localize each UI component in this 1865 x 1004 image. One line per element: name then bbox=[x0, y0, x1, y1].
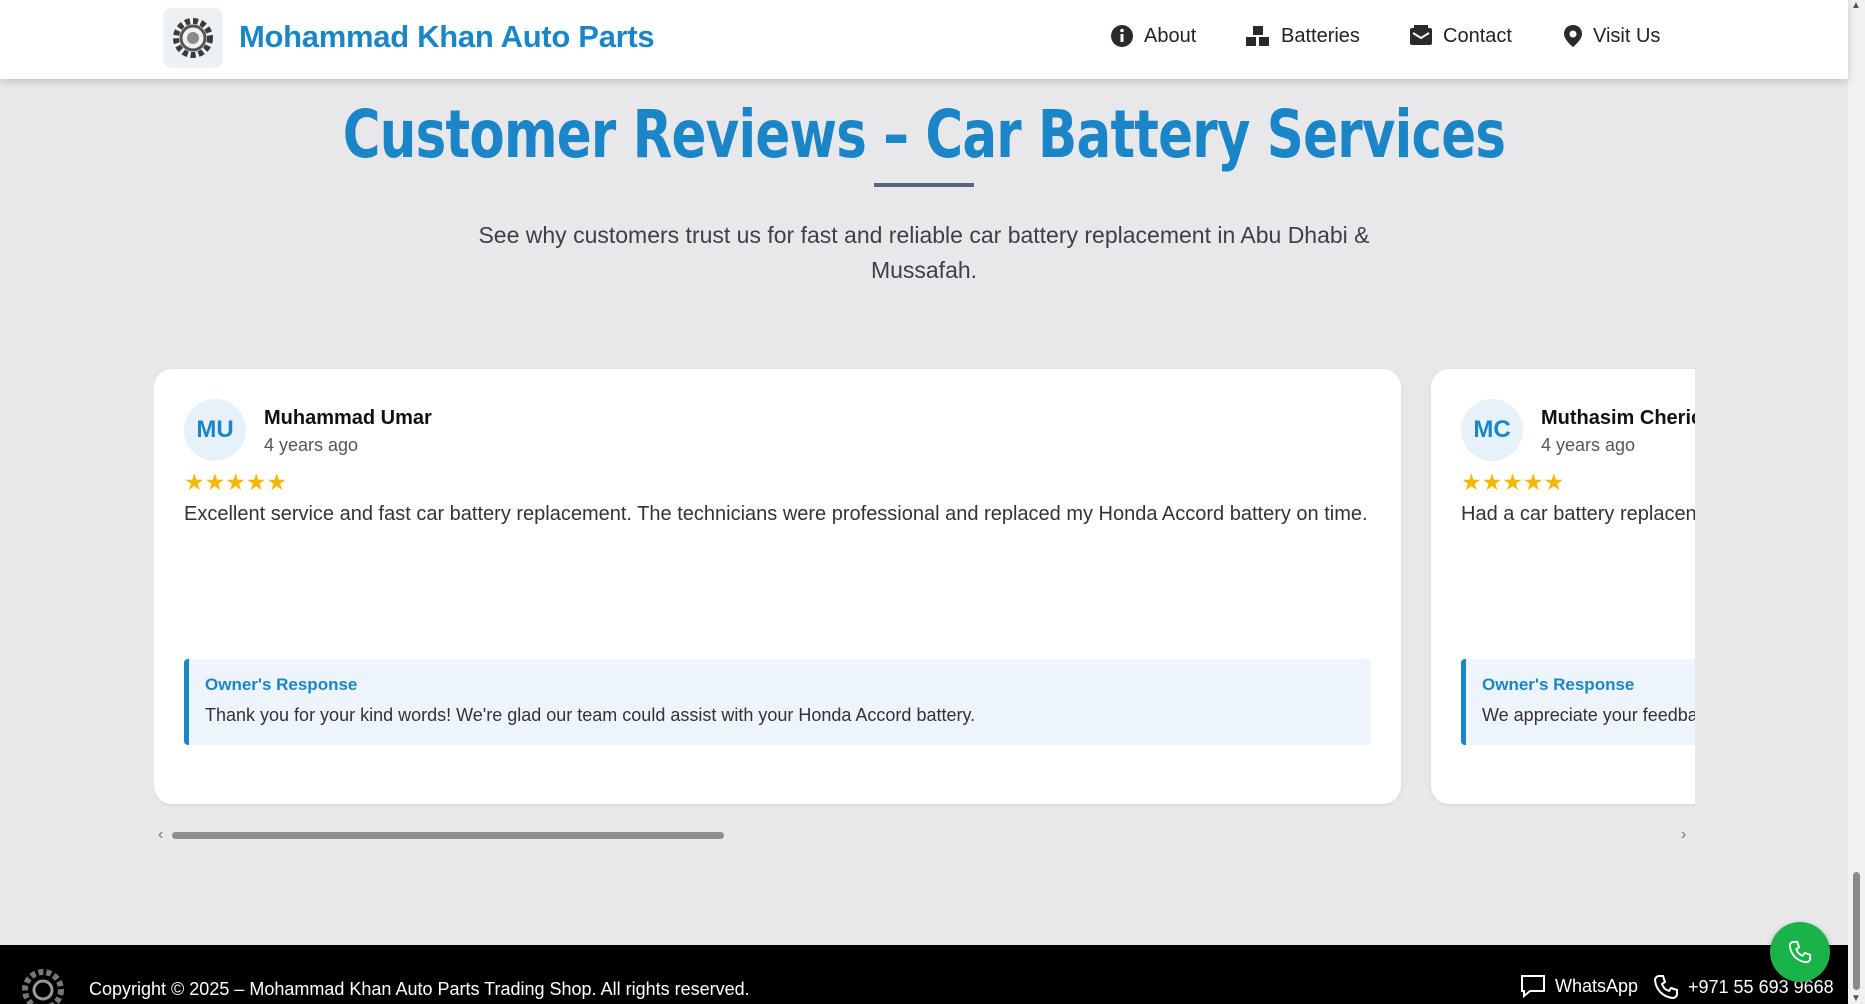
review-text: Excellent service and fast car battery r… bbox=[184, 503, 1368, 525]
footer-logo-icon bbox=[22, 969, 64, 1004]
nav-contact[interactable]: Contact bbox=[1409, 24, 1512, 48]
owner-response-text: We appreciate your feedbac bbox=[1482, 705, 1695, 725]
review-time: 4 years ago bbox=[1541, 435, 1636, 455]
review-text: Had a car battery replacen bbox=[1461, 503, 1695, 525]
gear-logo-icon bbox=[173, 18, 213, 58]
phone-icon bbox=[1653, 975, 1678, 1000]
reviewer-name: Muhammad Umar bbox=[264, 407, 432, 429]
scroll-right-arrow[interactable]: › bbox=[1681, 826, 1686, 844]
avatar: MU bbox=[184, 399, 246, 461]
review-card: MC Muthasim Cheric 4 years ago ★★★★★ Had… bbox=[1431, 369, 1695, 804]
nav-batteries-label: Batteries bbox=[1281, 24, 1360, 47]
phone-icon bbox=[1788, 940, 1812, 964]
section-subtitle: See why customers trust us for fast and … bbox=[478, 222, 1370, 283]
nav-contact-label: Contact bbox=[1443, 24, 1512, 47]
review-time: 4 years ago bbox=[264, 435, 359, 455]
title-underline bbox=[874, 183, 974, 187]
whatsapp-label: WhatsApp bbox=[1555, 975, 1639, 996]
nav-visit-us-label: Visit Us bbox=[1593, 24, 1661, 47]
site-header: Mohammad Khan Auto Parts About Batteries bbox=[0, 0, 1848, 79]
owner-response-title: Owner's Response bbox=[1482, 675, 1635, 694]
carousel-scroll-thumb[interactable] bbox=[172, 832, 724, 839]
reviews-carousel[interactable]: MU Muhammad Umar 4 years ago ★★★★★ Excel… bbox=[154, 367, 1695, 807]
map-pin-icon bbox=[1564, 25, 1582, 47]
phone-number: +971 55 693 9668 bbox=[1688, 976, 1834, 997]
section-title: Customer Reviews – Car Battery Services bbox=[342, 96, 1506, 173]
star-rating: ★★★★★ bbox=[1461, 469, 1565, 495]
nav-batteries[interactable]: Batteries bbox=[1245, 24, 1360, 48]
carousel-scrollbar[interactable]: ‹ › bbox=[154, 826, 1695, 844]
page-scroll-thumb[interactable] bbox=[1853, 872, 1860, 990]
owner-response: Owner's Response We appreciate your feed… bbox=[1461, 659, 1695, 745]
nav-visit-us[interactable]: Visit Us bbox=[1563, 24, 1660, 48]
scroll-up-arrow[interactable]: ▲ bbox=[1851, 0, 1861, 11]
reviewer-name: Muthasim Cheric bbox=[1541, 407, 1695, 429]
review-card: MU Muhammad Umar 4 years ago ★★★★★ Excel… bbox=[154, 369, 1401, 804]
logo[interactable] bbox=[163, 8, 223, 68]
envelope-icon bbox=[1410, 25, 1432, 45]
nav-about[interactable]: About bbox=[1110, 24, 1196, 48]
site-footer: Copyright © 2025 – Mohammad Khan Auto Pa… bbox=[0, 945, 1848, 1004]
info-icon bbox=[1111, 25, 1133, 47]
call-button[interactable] bbox=[1770, 922, 1830, 982]
owner-response: Owner's Response Thank you for your kind… bbox=[184, 659, 1371, 745]
star-rating: ★★★★★ bbox=[184, 469, 288, 495]
owner-response-title: Owner's Response bbox=[205, 675, 358, 694]
whatsapp-link[interactable]: WhatsApp bbox=[1519, 973, 1638, 999]
owner-response-text: Thank you for your kind words! We're gla… bbox=[205, 705, 976, 725]
avatar: MC bbox=[1461, 399, 1523, 461]
nav-about-label: About bbox=[1144, 24, 1197, 47]
brand-name[interactable]: Mohammad Khan Auto Parts bbox=[239, 19, 655, 55]
scroll-left-arrow[interactable]: ‹ bbox=[158, 826, 163, 844]
copyright-text: Copyright © 2025 – Mohammad Khan Auto Pa… bbox=[89, 979, 750, 999]
page-scrollbar[interactable]: ▲ ▼ bbox=[1848, 0, 1865, 1004]
chat-bubble-icon bbox=[1521, 975, 1545, 999]
boxes-icon bbox=[1246, 26, 1269, 46]
scroll-down-arrow[interactable]: ▼ bbox=[1851, 993, 1861, 1004]
